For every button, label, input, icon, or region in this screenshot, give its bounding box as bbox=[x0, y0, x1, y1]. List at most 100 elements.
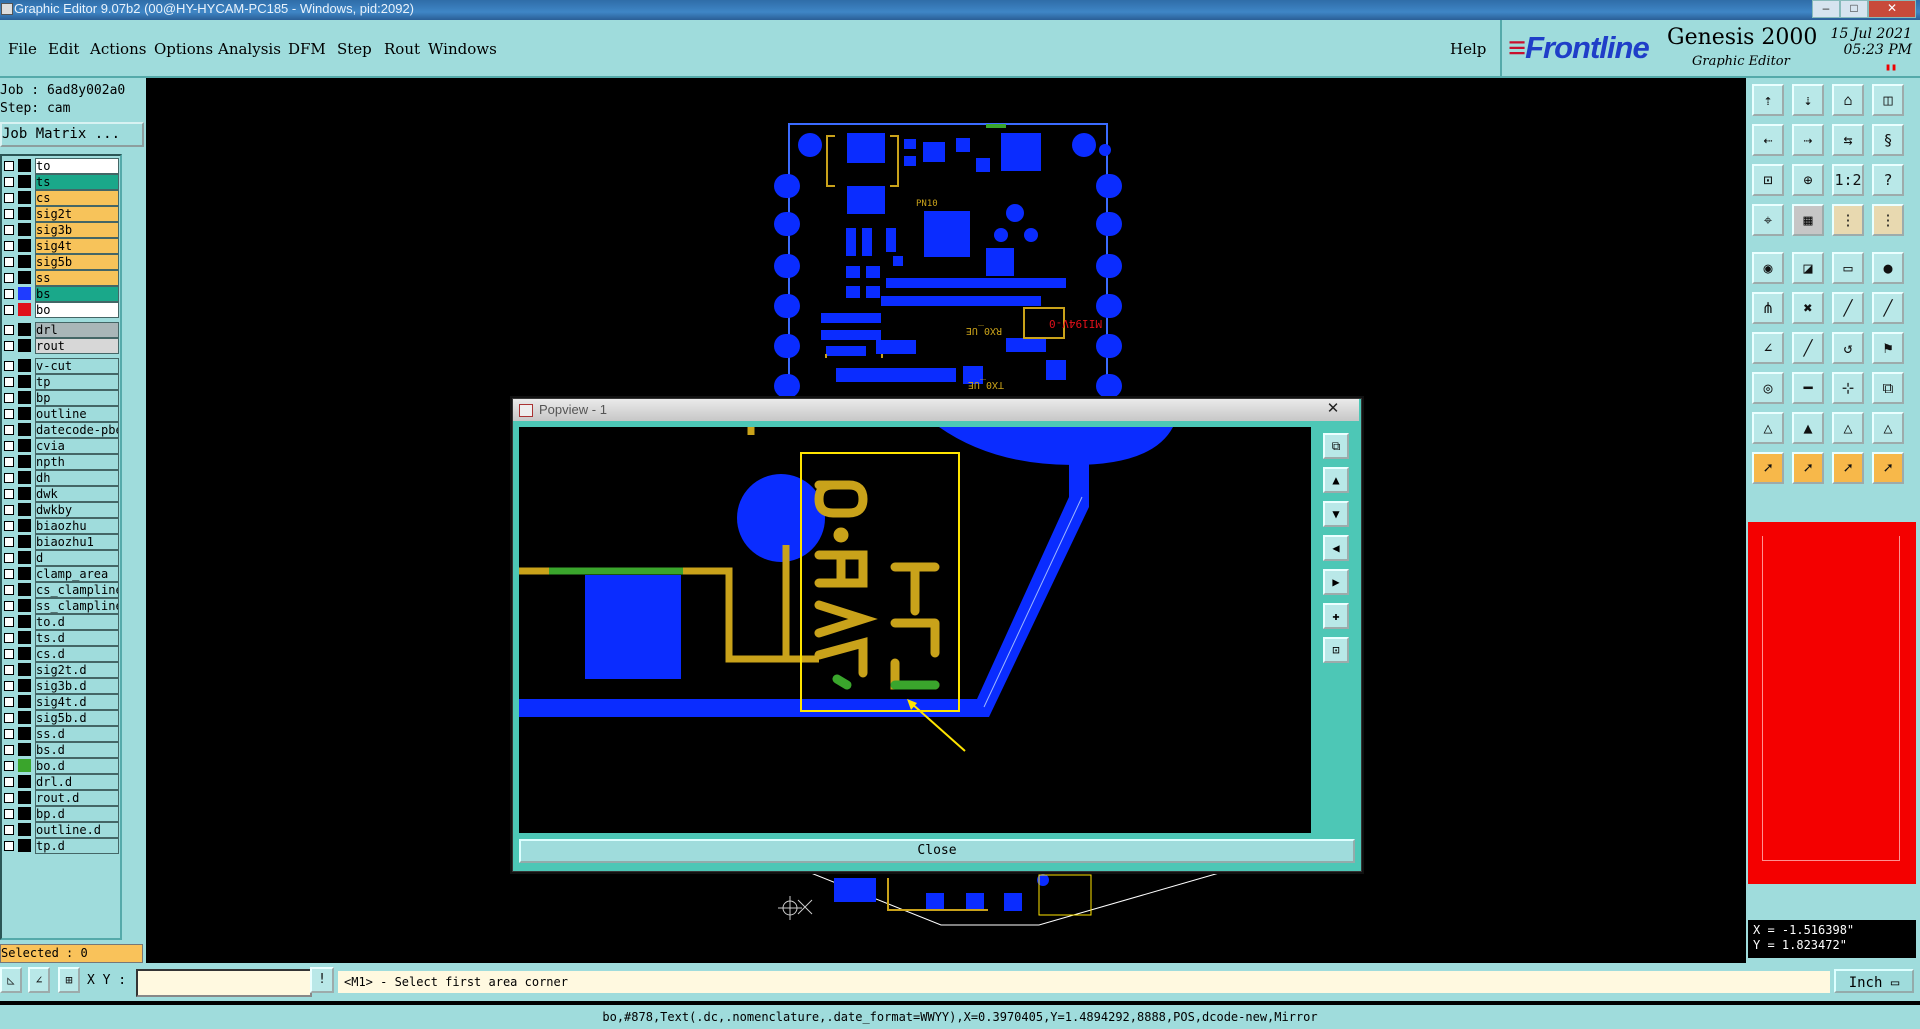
layer-color-swatch[interactable] bbox=[18, 519, 31, 532]
layer-row[interactable]: sig5b.d bbox=[2, 710, 119, 726]
layer-row[interactable]: datecode-pbe bbox=[2, 422, 119, 438]
layer-name[interactable]: cvia bbox=[35, 438, 119, 454]
popview-close-icon[interactable]: ✕ bbox=[1313, 400, 1353, 418]
xy-input[interactable] bbox=[136, 969, 312, 997]
layer-name[interactable]: bo.d bbox=[35, 758, 119, 774]
layer-color-swatch[interactable] bbox=[18, 223, 31, 236]
layer-row[interactable]: npth bbox=[2, 454, 119, 470]
menu-step[interactable]: Step bbox=[337, 40, 372, 58]
layer-row[interactable]: bs.d bbox=[2, 742, 119, 758]
tool-point-icon[interactable]: ◉ bbox=[1752, 252, 1784, 284]
layer-name[interactable]: cs_clampline bbox=[35, 582, 119, 598]
layer-color-swatch[interactable] bbox=[18, 663, 31, 676]
layer-checkbox[interactable] bbox=[4, 665, 14, 675]
layer-row[interactable]: ss bbox=[2, 270, 119, 286]
layer-color-swatch[interactable] bbox=[18, 407, 31, 420]
layer-color-swatch[interactable] bbox=[18, 207, 31, 220]
layer-checkbox[interactable] bbox=[4, 505, 14, 515]
layer-row[interactable]: to bbox=[2, 158, 119, 174]
info-icon[interactable]: ! bbox=[310, 967, 334, 993]
tool-help-icon[interactable]: ? bbox=[1872, 164, 1904, 196]
layer-color-swatch[interactable] bbox=[18, 599, 31, 612]
tool-layers-icon[interactable]: ⋮ bbox=[1832, 204, 1864, 236]
angle-icon[interactable]: ∠ bbox=[28, 967, 50, 993]
layer-row[interactable]: bo bbox=[2, 302, 119, 318]
popview-zoom-in-icon[interactable]: ✚ bbox=[1323, 603, 1349, 629]
layer-checkbox[interactable] bbox=[4, 289, 14, 299]
layer-color-swatch[interactable] bbox=[18, 583, 31, 596]
maximize-button[interactable]: □ bbox=[1840, 0, 1868, 18]
layer-color-swatch[interactable] bbox=[18, 759, 31, 772]
layer-color-swatch[interactable] bbox=[18, 391, 31, 404]
layer-color-swatch[interactable] bbox=[18, 175, 31, 188]
layer-row[interactable]: biaozhu bbox=[2, 518, 119, 534]
layer-color-swatch[interactable] bbox=[18, 823, 31, 836]
layer-color-swatch[interactable] bbox=[18, 455, 31, 468]
job-matrix-button[interactable]: Job Matrix ... bbox=[0, 122, 144, 147]
layer-color-swatch[interactable] bbox=[18, 647, 31, 660]
tool-draw-icon[interactable]: ◪ bbox=[1792, 252, 1824, 284]
layer-color-swatch[interactable] bbox=[18, 471, 31, 484]
popview-canvas[interactable] bbox=[519, 427, 1311, 833]
popview-zoom-home-icon[interactable]: ⧉ bbox=[1323, 433, 1349, 459]
layer-color-swatch[interactable] bbox=[18, 159, 31, 172]
layer-color-swatch[interactable] bbox=[18, 359, 31, 372]
layer-checkbox[interactable] bbox=[4, 825, 14, 835]
layer-checkbox[interactable] bbox=[4, 569, 14, 579]
layer-checkbox[interactable] bbox=[4, 633, 14, 643]
menu-actions[interactable]: Actions bbox=[90, 40, 146, 58]
tool-ruler-icon[interactable]: ▭ bbox=[1832, 252, 1864, 284]
tool-tri1-icon[interactable]: △ bbox=[1752, 412, 1784, 444]
layer-color-swatch[interactable] bbox=[18, 567, 31, 580]
layer-name[interactable]: to.d bbox=[35, 614, 119, 630]
layer-checkbox[interactable] bbox=[4, 585, 14, 595]
popview-pan-right-icon[interactable]: ▶ bbox=[1323, 569, 1349, 595]
layer-name[interactable]: npth bbox=[35, 454, 119, 470]
layer-row[interactable]: to.d bbox=[2, 614, 119, 630]
layer-row[interactable]: sig4t.d bbox=[2, 694, 119, 710]
layer-row[interactable]: sig2t.d bbox=[2, 662, 119, 678]
layer-row[interactable]: outline.d bbox=[2, 822, 119, 838]
layer-row[interactable]: sig2t bbox=[2, 206, 119, 222]
layer-name[interactable]: dh bbox=[35, 470, 119, 486]
layer-checkbox[interactable] bbox=[4, 361, 14, 371]
tool-select4-icon[interactable]: ➚ bbox=[1872, 452, 1904, 484]
popview-zoom-out-icon[interactable]: ⊡ bbox=[1323, 637, 1349, 663]
tool-tri3-icon[interactable]: △ bbox=[1832, 412, 1864, 444]
layer-color-swatch[interactable] bbox=[18, 439, 31, 452]
layer-name[interactable]: sig2t bbox=[35, 206, 119, 222]
layer-color-swatch[interactable] bbox=[18, 791, 31, 804]
layer-color-swatch[interactable] bbox=[18, 375, 31, 388]
layer-checkbox[interactable] bbox=[4, 225, 14, 235]
popview-pan-left-icon[interactable]: ◀ bbox=[1323, 535, 1349, 561]
layer-color-swatch[interactable] bbox=[18, 775, 31, 788]
popview-title-bar[interactable]: Popview - 1 ✕ bbox=[513, 399, 1359, 421]
layer-checkbox[interactable] bbox=[4, 521, 14, 531]
layer-row[interactable]: sig3b bbox=[2, 222, 119, 238]
layer-checkbox[interactable] bbox=[4, 393, 14, 403]
tool-save-icon[interactable]: ⇣ bbox=[1792, 84, 1824, 116]
layer-color-swatch[interactable] bbox=[18, 679, 31, 692]
tool-connect-icon[interactable]: ⋔ bbox=[1752, 292, 1784, 324]
layer-row[interactable]: dwk bbox=[2, 486, 119, 502]
layer-name[interactable]: sig3b.d bbox=[35, 678, 119, 694]
layer-name[interactable]: sig2t.d bbox=[35, 662, 119, 678]
layer-name[interactable]: dwkby bbox=[35, 502, 119, 518]
tool-dash-icon[interactable]: ━ bbox=[1792, 372, 1824, 404]
layer-checkbox[interactable] bbox=[4, 681, 14, 691]
menu-analysis[interactable]: Analysis bbox=[218, 40, 281, 58]
layer-name[interactable]: clamp_area bbox=[35, 566, 119, 582]
layer-name[interactable]: sig3b bbox=[35, 222, 119, 238]
menu-file[interactable]: File bbox=[8, 40, 37, 58]
layer-row[interactable]: cvia bbox=[2, 438, 119, 454]
tool-angle-icon[interactable]: ∠ bbox=[1752, 332, 1784, 364]
layer-row[interactable]: outline bbox=[2, 406, 119, 422]
layer-checkbox[interactable] bbox=[4, 161, 14, 171]
tool-measure-icon[interactable]: ⌖ bbox=[1752, 204, 1784, 236]
layer-checkbox[interactable] bbox=[4, 409, 14, 419]
tool-line2-icon[interactable]: ╱ bbox=[1872, 292, 1904, 324]
layer-row[interactable]: bo.d bbox=[2, 758, 119, 774]
layer-name[interactable]: ss_clampline bbox=[35, 598, 119, 614]
layer-name[interactable]: rout bbox=[35, 338, 119, 354]
layer-checkbox[interactable] bbox=[4, 601, 14, 611]
